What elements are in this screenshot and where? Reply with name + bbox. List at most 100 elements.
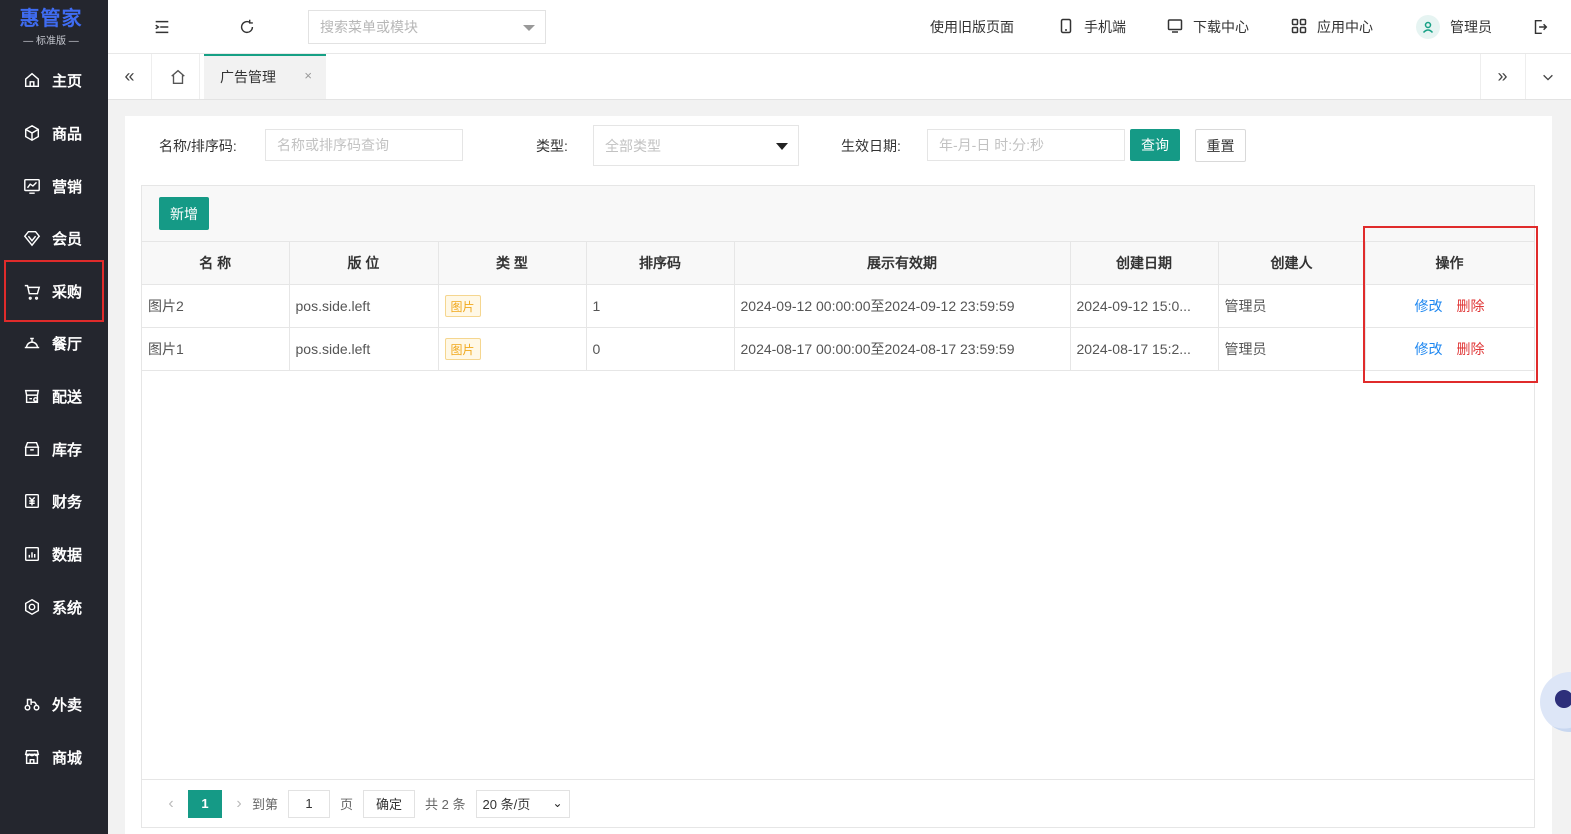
cell-type: 图片 xyxy=(438,284,587,328)
download-center-link[interactable]: 下载中心 xyxy=(1167,17,1249,37)
goto-label: 到第 xyxy=(252,797,279,812)
column-header-period[interactable]: 展示有效期 xyxy=(734,242,1071,285)
sidebar-item-member[interactable]: 会员 xyxy=(0,212,108,264)
cell-period: 2024-09-12 00:00:00至2024-09-12 23:59:59 xyxy=(734,284,1071,328)
date-input[interactable]: 年-月-日 时:分:秒 xyxy=(927,129,1125,161)
sidebar-item-label: 主页 xyxy=(52,72,83,90)
add-button[interactable]: 新增 xyxy=(159,197,209,230)
phone-icon xyxy=(1058,18,1076,36)
type-select[interactable]: 全部类型 xyxy=(593,125,799,166)
current-page-button[interactable]: 1 xyxy=(188,789,222,818)
close-icon[interactable]: × xyxy=(304,68,312,83)
sidebar-item-purchase[interactable]: 采购 xyxy=(4,260,104,322)
sidebar-item-home[interactable]: 主页 xyxy=(0,54,108,106)
tab-ad-management[interactable]: 广告管理 × xyxy=(204,54,326,99)
column-header-creator[interactable]: 创建人 xyxy=(1218,242,1366,285)
column-header-name[interactable]: 名 称 xyxy=(142,242,290,285)
user-avatar-icon xyxy=(1416,15,1440,39)
edit-link[interactable]: 修改 xyxy=(1415,341,1443,357)
sidebar-item-goods[interactable]: 商品 xyxy=(0,107,108,159)
sidebar-item-mall[interactable]: 商城 xyxy=(0,731,108,783)
app-center-link[interactable]: 应用中心 xyxy=(1291,17,1373,37)
goto-confirm-button[interactable]: 确定 xyxy=(363,789,416,818)
collapse-menu-icon[interactable] xyxy=(152,17,172,37)
finance-icon xyxy=(22,491,42,511)
next-page-icon[interactable]: › xyxy=(226,795,252,813)
type-select-value: 全部类型 xyxy=(605,137,661,154)
logo[interactable]: 惠管家 — 标准版 — xyxy=(0,0,108,54)
name-search-input[interactable]: 名称或排序码查询 xyxy=(265,129,463,161)
cell-name: 图片1 xyxy=(142,327,290,371)
cell-type: 图片 xyxy=(438,327,587,371)
column-header-actions: 操作 xyxy=(1365,242,1535,285)
prev-page-icon[interactable]: ‹ xyxy=(158,795,184,813)
sidebar-item-marketing[interactable]: 营销 xyxy=(0,160,108,212)
pagination: ‹ 1 › 到第 1 页 确定 共 2 条 20 条/页 ⌄ xyxy=(142,779,1534,827)
sidebar-item-delivery[interactable]: 配送 xyxy=(0,370,108,422)
table-row[interactable]: 图片2 pos.side.left 图片 1 2024-09-12 00:00:… xyxy=(142,284,1535,328)
apps-grid-icon xyxy=(1291,18,1309,36)
column-header-position[interactable]: 版 位 xyxy=(289,242,439,285)
page-size-select[interactable]: 20 条/页 ⌄ xyxy=(475,789,570,818)
ad-table-panel: 新增 名 称 版 位 类 型 排序码 展示有效期 创建日期 创建人 操作 图片2… xyxy=(141,185,1535,828)
old-version-link[interactable]: 使用旧版页面 xyxy=(930,17,1014,37)
tabs-scroll-left-icon[interactable]: « xyxy=(108,54,152,99)
sidebar-item-label: 商城 xyxy=(52,749,83,767)
cart-icon xyxy=(22,281,42,301)
table-header-row: 名 称 版 位 类 型 排序码 展示有效期 创建日期 创建人 操作 xyxy=(142,242,1535,285)
sidebar-item-data[interactable]: 数据 xyxy=(0,528,108,580)
sidebar-item-restaurant[interactable]: 餐厅 xyxy=(0,317,108,369)
column-header-sort[interactable]: 排序码 xyxy=(586,242,735,285)
type-tag: 图片 xyxy=(444,294,481,317)
table-toolbar: 新增 xyxy=(142,186,1534,242)
sidebar: 惠管家 — 标准版 — 主页 商品 营销 会员 采购 餐厅 配送 库存 财务 数… xyxy=(0,0,108,834)
cell-actions: 修改 删除 xyxy=(1365,327,1535,371)
delete-link[interactable]: 删除 xyxy=(1457,298,1485,314)
tab-home-icon[interactable] xyxy=(156,54,200,99)
monitor-icon xyxy=(1167,18,1185,36)
table-row[interactable]: 图片1 pos.side.left 图片 0 2024-08-17 00:00:… xyxy=(142,327,1535,371)
scooter-icon xyxy=(22,694,42,714)
goto-page-input[interactable]: 1 xyxy=(288,789,331,818)
sidebar-item-finance[interactable]: 财务 xyxy=(0,475,108,527)
chevron-down-icon xyxy=(776,143,788,150)
logo-subtitle: — 标准版 — xyxy=(23,35,79,47)
sidebar-item-label: 餐厅 xyxy=(52,335,83,353)
mobile-link[interactable]: 手机端 xyxy=(1058,17,1126,37)
page-unit-label: 页 xyxy=(340,797,354,812)
date-filter-label: 生效日期: xyxy=(841,138,901,154)
menu-search-input[interactable]: 搜索菜单或模块 xyxy=(308,10,546,44)
download-label: 下载中心 xyxy=(1193,19,1249,35)
cell-period: 2024-08-17 00:00:00至2024-08-17 23:59:59 xyxy=(734,327,1071,371)
home-icon xyxy=(22,70,42,90)
old-version-label: 使用旧版页面 xyxy=(930,19,1014,35)
sidebar-item-label: 数据 xyxy=(52,546,83,564)
top-header: 搜索菜单或模块 使用旧版页面 手机端 下载中心 应用中心 管理员 xyxy=(108,0,1571,54)
edit-link[interactable]: 修改 xyxy=(1415,298,1443,314)
delete-link[interactable]: 删除 xyxy=(1457,341,1485,357)
warehouse-icon xyxy=(22,439,42,459)
user-menu[interactable]: 管理员 xyxy=(1416,15,1492,39)
column-header-type[interactable]: 类 型 xyxy=(438,242,587,285)
chevron-down-icon xyxy=(523,25,535,31)
query-button[interactable]: 查询 xyxy=(1130,129,1180,161)
sidebar-item-label: 会员 xyxy=(52,230,83,248)
cell-creator: 管理员 xyxy=(1218,284,1366,328)
column-header-created[interactable]: 创建日期 xyxy=(1070,242,1219,285)
cell-created: 2024-08-17 15:2... xyxy=(1070,327,1219,371)
sidebar-item-system[interactable]: 系统 xyxy=(0,581,108,633)
cell-creator: 管理员 xyxy=(1218,327,1366,371)
sidebar-item-label: 配送 xyxy=(52,388,83,406)
sidebar-item-label: 商品 xyxy=(52,125,83,143)
refresh-icon[interactable] xyxy=(237,17,257,37)
chevron-down-icon: ⌄ xyxy=(552,795,563,810)
name-search-placeholder: 名称或排序码查询 xyxy=(277,137,389,153)
sidebar-item-takeout[interactable]: 外卖 xyxy=(0,678,108,730)
reset-button[interactable]: 重置 xyxy=(1195,129,1246,162)
logout-icon[interactable] xyxy=(1530,17,1550,37)
sidebar-item-inventory[interactable]: 库存 xyxy=(0,423,108,475)
total-count: 共 2 条 xyxy=(425,797,466,812)
tabs-menu-chevron-down-icon[interactable] xyxy=(1525,54,1569,99)
settings-icon xyxy=(22,597,42,617)
tabs-scroll-right-icon[interactable]: » xyxy=(1480,54,1524,99)
